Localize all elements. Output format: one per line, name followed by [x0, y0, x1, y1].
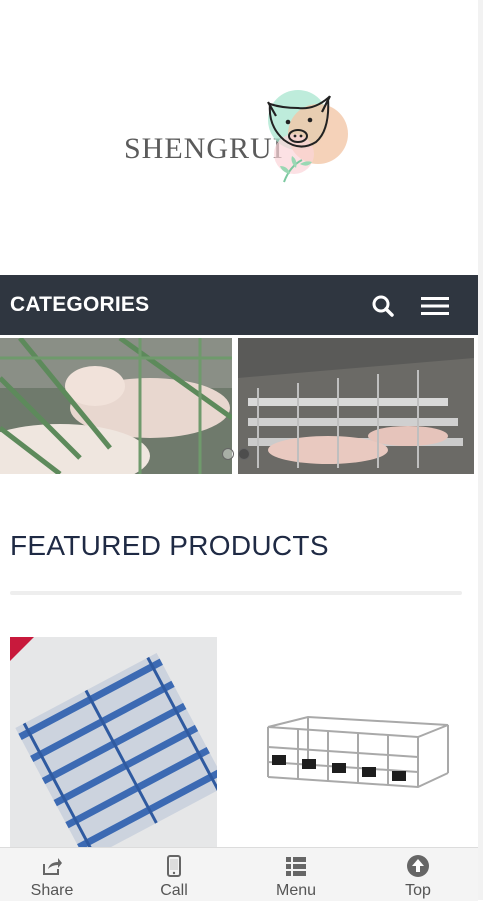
arrow-up-circle-icon — [407, 855, 429, 877]
pig-logo-icon — [267, 90, 348, 183]
nav-menu-button[interactable]: Menu — [256, 848, 336, 901]
featured-products-title: FEATURED PRODUCTS — [10, 530, 329, 561]
hamburger-menu-icon — [421, 297, 449, 315]
product-image-gestation-crate — [248, 637, 468, 847]
page-edge — [478, 0, 483, 900]
header: SHENGRUI — [0, 0, 478, 275]
menu-button[interactable] — [418, 291, 452, 321]
product-image-slatted-floor — [10, 637, 217, 847]
share-icon — [43, 858, 62, 875]
slide-pig-barn[interactable] — [238, 338, 474, 474]
slide-image-1 — [0, 338, 232, 474]
nav-call-button[interactable]: Call — [134, 848, 214, 901]
site-logo[interactable]: SHENGRUI — [120, 82, 360, 192]
search-button[interactable] — [368, 291, 398, 321]
nav-top-label: Top — [405, 882, 431, 899]
slide-image-2 — [238, 338, 474, 474]
nav-call-label: Call — [160, 882, 188, 899]
nav-share-label: Share — [30, 882, 74, 899]
slider-dots — [220, 448, 260, 462]
section-divider — [10, 591, 462, 595]
product-card-gestation-crate[interactable] — [248, 637, 468, 847]
categories-bar: CATEGORIES — [0, 275, 478, 335]
slide-pigs-crate[interactable] — [0, 338, 232, 474]
image-slider[interactable] — [0, 338, 478, 474]
bottom-navigation: Share Call Menu Top — [0, 847, 478, 901]
nav-menu-label: Menu — [275, 882, 317, 899]
product-badge-ribbon — [10, 637, 34, 661]
slider-dot-2[interactable] — [238, 448, 250, 460]
categories-title[interactable]: CATEGORIES — [10, 293, 149, 317]
page: SHENGRUI CATEGORIES FEATURED PRODUCTS Sh… — [0, 0, 478, 901]
phone-icon — [167, 855, 181, 877]
product-card-slatted-floor[interactable] — [10, 637, 217, 847]
list-icon — [286, 857, 306, 876]
nav-share-button[interactable]: Share — [12, 848, 92, 901]
slider-dot-1[interactable] — [222, 448, 234, 460]
nav-top-button[interactable]: Top — [378, 848, 458, 901]
search-icon — [372, 295, 394, 317]
